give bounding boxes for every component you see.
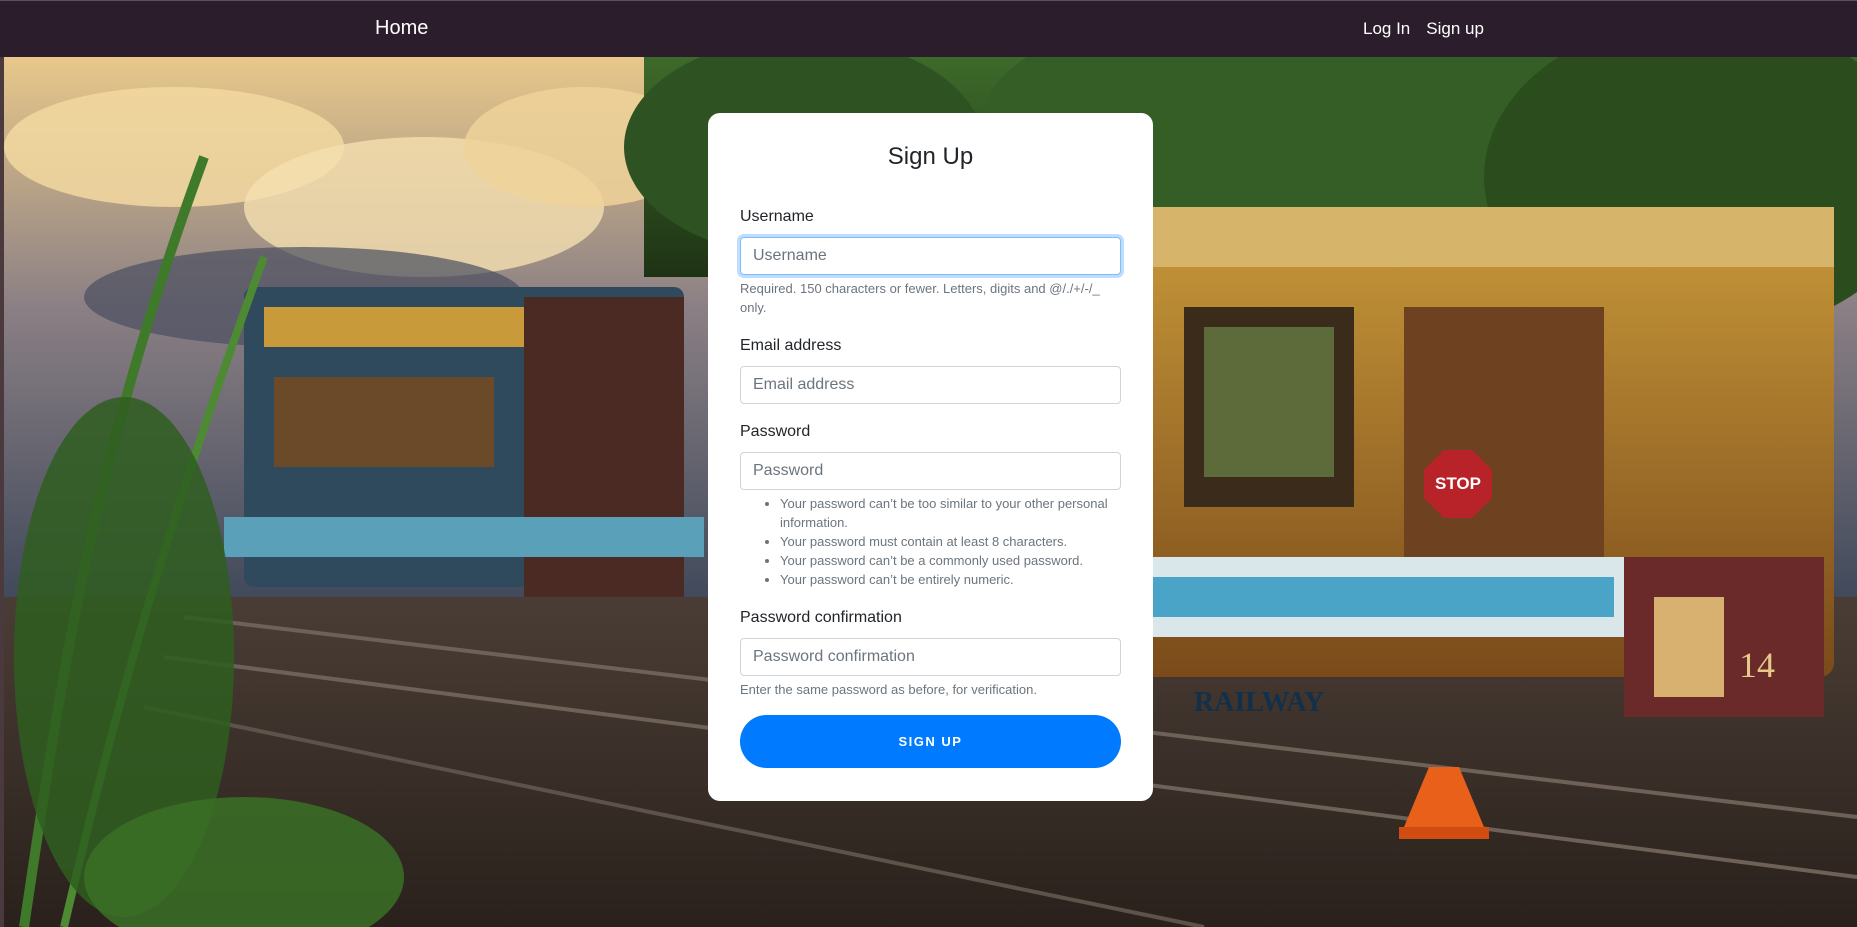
password-confirm-help-text: Enter the same password as before, for v… — [740, 682, 1037, 697]
email-label: Email address — [740, 337, 842, 354]
nav-home-link[interactable]: Home — [375, 17, 428, 40]
navbar: Home Log In Sign up — [0, 0, 1857, 57]
nav-signup-link[interactable]: Sign up — [1426, 19, 1484, 39]
password-rule: Your password can’t be a commonly used p… — [780, 551, 1130, 570]
tram-railway-text: RAILWAY — [1194, 687, 1324, 718]
email-input[interactable] — [740, 366, 1121, 404]
page-title: Sign Up — [887, 143, 974, 170]
nav-login-link[interactable]: Log In — [1363, 19, 1410, 39]
signup-card: Sign Up Username Required. 150 character… — [708, 113, 1153, 801]
username-input[interactable] — [740, 237, 1121, 275]
username-label: Username — [740, 208, 814, 225]
stop-sign-text: STOP — [1435, 474, 1481, 493]
password-confirm-input[interactable] — [740, 638, 1121, 676]
password-rules-list: Your password can’t be too similar to yo… — [740, 494, 1130, 589]
password-input[interactable] — [740, 452, 1121, 490]
tram-number: 14 — [1739, 645, 1775, 685]
signup-button[interactable]: SIGN UP — [740, 715, 1121, 768]
password-rule: Your password must contain at least 8 ch… — [780, 532, 1130, 551]
password-confirm-label: Password confirmation — [740, 609, 902, 626]
nav-auth-links: Log In Sign up — [1363, 19, 1484, 39]
password-rule: Your password can’t be entirely numeric. — [780, 570, 1130, 589]
username-help-text: Required. 150 characters or fewer. Lette… — [740, 281, 1100, 315]
password-rule: Your password can’t be too similar to yo… — [780, 494, 1130, 532]
password-label: Password — [740, 423, 811, 440]
